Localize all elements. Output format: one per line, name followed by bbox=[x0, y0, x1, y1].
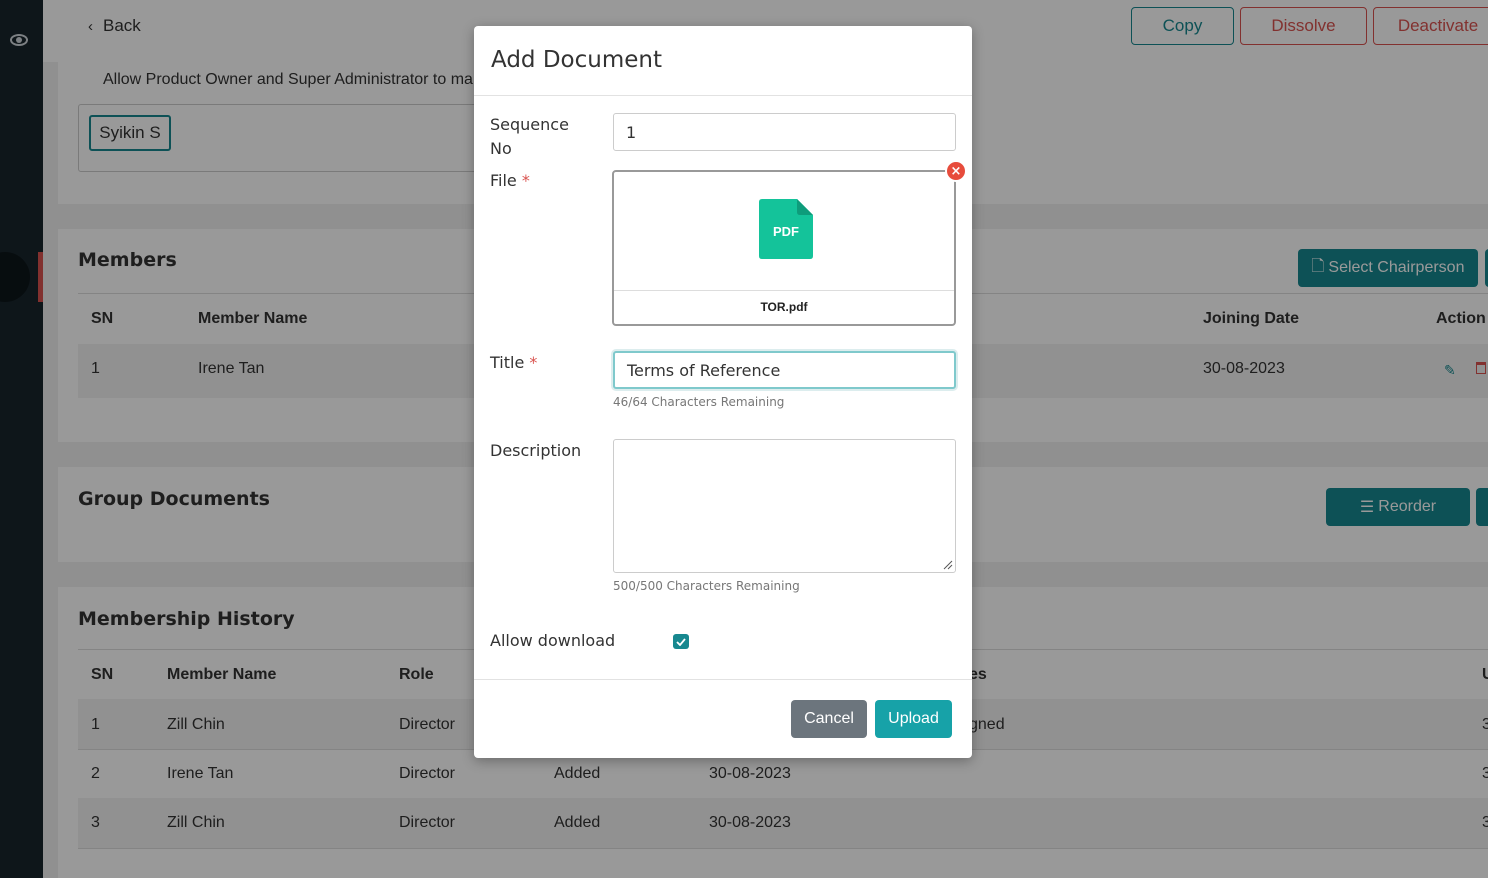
description-char-counter: 500/500 Characters Remaining bbox=[613, 579, 800, 593]
pdf-icon-label: PDF bbox=[773, 224, 799, 239]
title-char-counter: 46/64 Characters Remaining bbox=[613, 395, 785, 409]
title-label: Title * bbox=[490, 351, 537, 375]
file-preview[interactable]: PDF TOR.pdf bbox=[612, 170, 956, 326]
sequence-label-line1: Sequence bbox=[490, 115, 569, 134]
resize-handle-icon[interactable] bbox=[943, 560, 953, 570]
description-textarea[interactable] bbox=[613, 439, 956, 573]
title-label-text: Title bbox=[490, 353, 525, 372]
cancel-button[interactable]: Cancel bbox=[791, 700, 867, 738]
file-name: TOR.pdf bbox=[760, 300, 808, 314]
allow-download-checkbox[interactable] bbox=[673, 634, 689, 649]
required-mark: * bbox=[529, 353, 538, 372]
description-label: Description bbox=[490, 441, 582, 460]
close-icon: × bbox=[950, 163, 962, 179]
file-label: File * bbox=[490, 169, 530, 193]
modal-title: Add Document bbox=[491, 47, 662, 73]
divider bbox=[474, 679, 972, 680]
required-mark: * bbox=[521, 171, 530, 190]
add-document-modal: Add Document Sequence No 1 File * PDF TO… bbox=[474, 26, 972, 758]
divider bbox=[474, 95, 972, 96]
file-label-text: File bbox=[490, 171, 517, 190]
divider bbox=[614, 290, 954, 291]
sequence-label: Sequence No bbox=[490, 113, 569, 161]
allow-download-label: Allow download bbox=[490, 631, 616, 650]
check-icon bbox=[676, 637, 686, 646]
remove-file-button[interactable]: × bbox=[945, 160, 967, 182]
sequence-label-line2: No bbox=[490, 139, 512, 158]
pdf-icon: PDF bbox=[759, 199, 813, 259]
upload-button[interactable]: Upload bbox=[875, 700, 952, 738]
title-input[interactable]: Terms of Reference bbox=[613, 351, 956, 389]
sequence-input[interactable]: 1 bbox=[613, 113, 956, 151]
